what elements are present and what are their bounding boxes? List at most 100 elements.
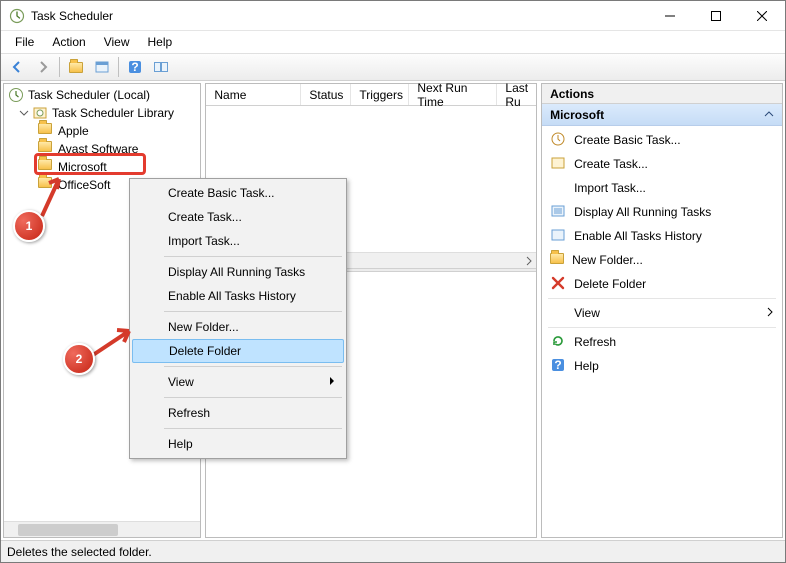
col-name[interactable]: Name: [206, 84, 301, 105]
menu-view[interactable]: View: [96, 33, 138, 51]
ctx-help[interactable]: Help: [132, 432, 344, 456]
action-import-task[interactable]: Import Task...: [542, 176, 782, 200]
titlebar: Task Scheduler: [1, 1, 785, 31]
col-status[interactable]: Status: [301, 84, 351, 105]
action-label: Create Task...: [574, 157, 648, 171]
folder-icon: [38, 123, 54, 139]
minimize-button[interactable]: [647, 1, 693, 31]
menu-file[interactable]: File: [7, 33, 42, 51]
tree-library-label: Task Scheduler Library: [52, 106, 174, 120]
ctx-label: Create Basic Task...: [168, 186, 275, 200]
ctx-label: Refresh: [168, 406, 210, 420]
ctx-label: Enable All Tasks History: [168, 289, 296, 303]
tree-item-label: Apple: [58, 124, 89, 138]
action-new-folder[interactable]: New Folder...: [542, 248, 782, 272]
action-label: Enable All Tasks History: [574, 229, 702, 243]
action-label: Import Task...: [574, 181, 646, 195]
app-icon: [9, 8, 25, 24]
back-button[interactable]: [5, 56, 29, 78]
action-label: Display All Running Tasks: [574, 205, 711, 219]
ctx-create-basic-task[interactable]: Create Basic Task...: [132, 181, 344, 205]
status-text: Deletes the selected folder.: [7, 545, 152, 559]
ctx-display-running[interactable]: Display All Running Tasks: [132, 260, 344, 284]
library-icon: [32, 105, 48, 121]
ctx-label: Create Task...: [168, 210, 242, 224]
annotation-arrow-1: [37, 171, 77, 221]
ctx-create-task[interactable]: Create Task...: [132, 205, 344, 229]
list-icon: [550, 203, 566, 222]
actions-separator: [548, 298, 776, 299]
delete-icon: [550, 275, 566, 294]
ctx-label: Delete Folder: [169, 344, 241, 358]
svg-text:?: ?: [554, 358, 561, 372]
action-label: Refresh: [574, 335, 616, 349]
action-label: Create Basic Task...: [574, 133, 681, 147]
tree-item-label: Avast Software: [58, 142, 138, 156]
tree-item-apple[interactable]: Apple: [4, 122, 200, 140]
collapse-icon: [764, 108, 774, 122]
folder-icon: [550, 253, 564, 267]
ctx-label: Display All Running Tasks: [168, 265, 305, 279]
toolbar-separator: [59, 57, 60, 77]
close-button[interactable]: [739, 1, 785, 31]
ctx-label: View: [168, 375, 194, 389]
toolbar: ?: [1, 53, 785, 81]
folder-icon: [38, 141, 54, 157]
ctx-separator: [164, 311, 342, 312]
action-view[interactable]: View: [542, 301, 782, 325]
refresh-icon: [550, 333, 566, 352]
up-folder-button[interactable]: [64, 56, 88, 78]
annotation-number: 2: [76, 352, 83, 366]
ctx-label: Import Task...: [168, 234, 240, 248]
tree-root[interactable]: Task Scheduler (Local): [4, 86, 200, 104]
task-icon: [550, 131, 566, 150]
action-delete-folder[interactable]: Delete Folder: [542, 272, 782, 296]
actions-list: Create Basic Task... Create Task... Impo…: [542, 126, 782, 380]
ctx-view[interactable]: View: [132, 370, 344, 394]
actions-section[interactable]: Microsoft: [542, 104, 782, 126]
panes-button[interactable]: [149, 56, 173, 78]
annotation-number: 1: [26, 219, 33, 233]
tree-item-microsoft[interactable]: Microsoft: [4, 158, 200, 176]
tree-item-avast[interactable]: Avast Software: [4, 140, 200, 158]
menu-action[interactable]: Action: [44, 33, 93, 51]
action-label: View: [574, 306, 600, 320]
collapse-icon[interactable]: [18, 107, 30, 119]
action-refresh[interactable]: Refresh: [542, 330, 782, 354]
col-nextrun[interactable]: Next Run Time: [409, 84, 497, 105]
tree-scrollbar[interactable]: [4, 521, 200, 537]
col-triggers[interactable]: Triggers: [351, 84, 409, 105]
action-create-basic-task[interactable]: Create Basic Task...: [542, 128, 782, 152]
menu-help[interactable]: Help: [140, 33, 181, 51]
ctx-label: Help: [168, 437, 193, 451]
ctx-separator: [164, 397, 342, 398]
ctx-new-folder[interactable]: New Folder...: [132, 315, 344, 339]
menubar: File Action View Help: [1, 31, 785, 53]
actions-section-label: Microsoft: [550, 108, 604, 122]
help-button[interactable]: ?: [123, 56, 147, 78]
ctx-delete-folder[interactable]: Delete Folder: [132, 339, 344, 363]
toolbar-separator: [118, 57, 119, 77]
chevron-right-icon: [766, 306, 774, 320]
maximize-button[interactable]: [693, 1, 739, 31]
properties-button[interactable]: [90, 56, 114, 78]
list-header: Name Status Triggers Next Run Time Last …: [206, 84, 536, 106]
action-label: New Folder...: [572, 253, 643, 267]
ctx-label: New Folder...: [168, 320, 239, 334]
ctx-separator: [164, 256, 342, 257]
ctx-refresh[interactable]: Refresh: [132, 401, 344, 425]
forward-button[interactable]: [31, 56, 55, 78]
ctx-enable-history[interactable]: Enable All Tasks History: [132, 284, 344, 308]
ctx-import-task[interactable]: Import Task...: [132, 229, 344, 253]
col-lastrun[interactable]: Last Ru: [497, 84, 536, 105]
action-help[interactable]: ? Help: [542, 354, 782, 378]
scroll-right-icon[interactable]: [524, 256, 534, 266]
task-icon: [550, 155, 566, 174]
action-create-task[interactable]: Create Task...: [542, 152, 782, 176]
tree-library[interactable]: Task Scheduler Library: [4, 104, 200, 122]
action-enable-history[interactable]: Enable All Tasks History: [542, 224, 782, 248]
actions-separator: [548, 327, 776, 328]
tree-root-label: Task Scheduler (Local): [28, 88, 150, 102]
action-display-running[interactable]: Display All Running Tasks: [542, 200, 782, 224]
annotation-badge-1: 1: [13, 210, 45, 242]
